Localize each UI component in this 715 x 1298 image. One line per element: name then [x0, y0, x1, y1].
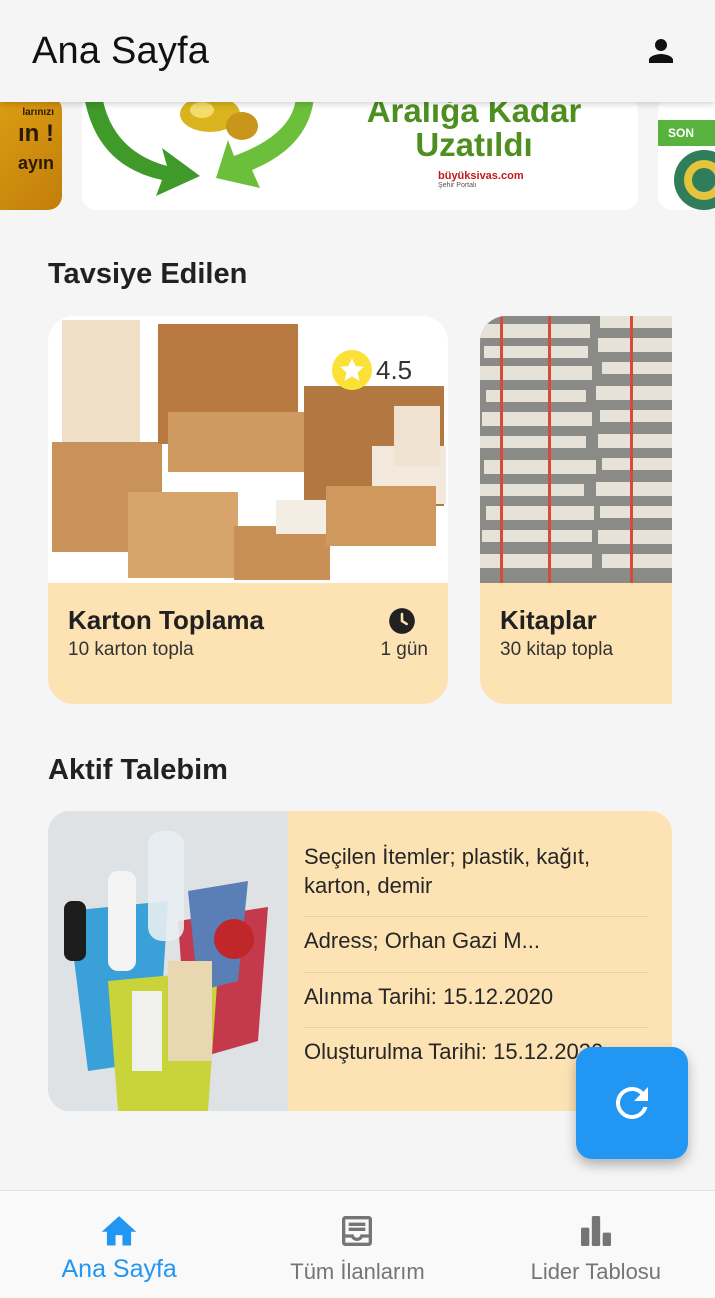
nav-all-listings[interactable]: Tüm İlanlarım — [238, 1191, 476, 1298]
banner-carousel[interactable]: larınızı ın ! ayın Aralığa Kadar Uzatıld… — [0, 96, 715, 214]
profile-button[interactable] — [639, 29, 683, 73]
banner-headline-2: Uzatıldı — [415, 126, 533, 163]
refresh-button[interactable] — [576, 1047, 688, 1159]
banner-credit: büyüksivas.com Şehir Portalı — [438, 170, 524, 189]
home-icon — [101, 1216, 137, 1246]
banner-right[interactable]: SON — [658, 96, 715, 210]
leaderboard-icon — [580, 1216, 611, 1246]
pickup-date: Alınma Tarihi: 15.12.2020 — [304, 973, 648, 1029]
recommended-card[interactable]: Kitaplar 30 kitap topla — [480, 316, 672, 704]
clock-icon — [388, 607, 416, 640]
selected-items: Seçilen İtemler; plastik, kağıt, karton,… — [304, 833, 648, 918]
nav-all-listings-label: Tüm İlanlarım — [290, 1259, 425, 1284]
banner-credit-sub: Şehir Portalı — [438, 182, 477, 189]
recycle-bins-image — [48, 811, 288, 1111]
banner-left-line-2: ın ! — [18, 120, 54, 147]
rating-value: 4.5 — [376, 354, 413, 385]
nav-leaderboard[interactable]: Lider Tablosu — [477, 1191, 715, 1298]
nav-home-label: Ana Sayfa — [61, 1255, 177, 1283]
recycle-graphic — [84, 96, 314, 196]
nav-home[interactable]: Ana Sayfa — [0, 1191, 238, 1298]
card-title: Kitaplar — [500, 605, 597, 635]
card-subtitle: 10 karton topla — [68, 639, 194, 660]
recommended-title: Tavsiye Edilen — [48, 258, 248, 290]
card-subtitle: 30 kitap topla — [500, 639, 614, 660]
banner-right-text: SON — [658, 120, 715, 146]
nav-leaderboard-label: Lider Tablosu — [530, 1259, 662, 1284]
page-title: Ana Sayfa — [32, 29, 210, 72]
rating-badge: 4.5 — [332, 350, 412, 390]
app-bar: Ana Sayfa — [0, 0, 715, 102]
star-icon — [332, 350, 372, 390]
active-request-details: Seçilen İtemler; plastik, kağıt, karton,… — [304, 833, 648, 1083]
banner-credit-text: büyüksivas.com — [438, 170, 524, 182]
banner-left[interactable]: larınızı ın ! ayın — [0, 96, 62, 210]
bottom-navigation: Ana Sayfa Tüm İlanlarım Lider Tablosu — [0, 1190, 715, 1298]
banner-center[interactable]: Aralığa Kadar Uzatıldı büyüksivas.com Şe… — [82, 96, 638, 210]
inbox-icon — [342, 1216, 373, 1246]
books-image — [480, 316, 672, 583]
card-info: Karton Toplama 10 karton topla 1 gün — [48, 583, 448, 704]
card-duration: 1 gün — [380, 639, 428, 660]
person-icon — [649, 39, 673, 63]
recommended-card[interactable]: 4.5 Karton Toplama 10 karton topla 1 gün — [48, 316, 448, 704]
banner-left-line-3: ayın — [17, 153, 54, 173]
card-info: Kitaplar 30 kitap topla — [480, 583, 672, 704]
active-request-title: Aktif Talebim — [48, 754, 228, 786]
card-title: Karton Toplama — [68, 605, 264, 635]
refresh-icon — [615, 1087, 648, 1119]
banner-right-graphic — [674, 150, 715, 210]
address: Adress; Orhan Gazi M... — [304, 917, 648, 973]
banner-left-line-1: larınızı — [22, 107, 54, 118]
